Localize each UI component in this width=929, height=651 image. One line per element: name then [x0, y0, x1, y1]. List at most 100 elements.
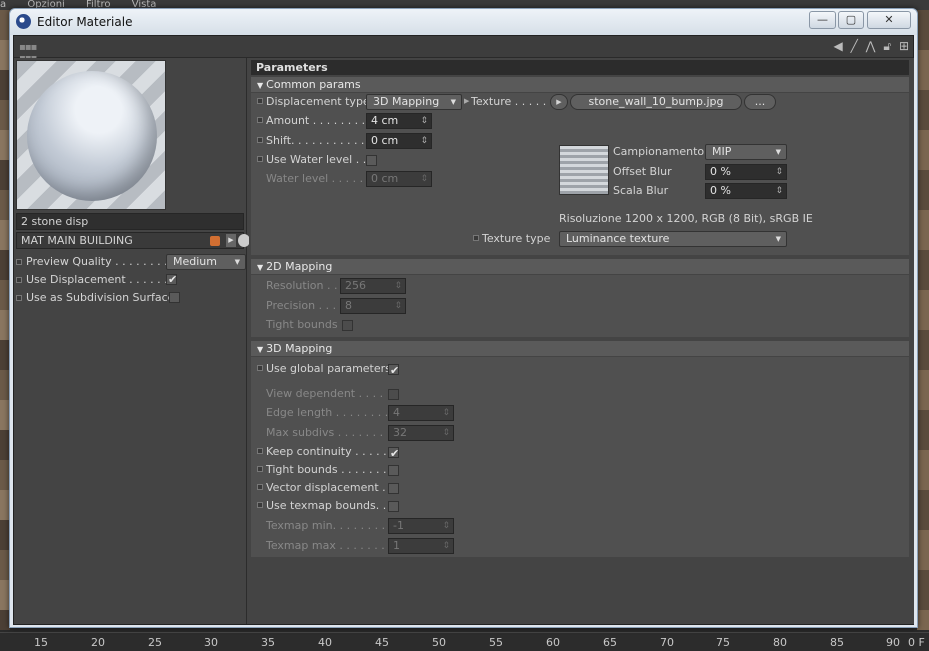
shift-input[interactable]: 0 cm [366, 133, 432, 149]
animate-dot-icon[interactable] [257, 365, 263, 371]
layer-color-swatch[interactable] [210, 236, 220, 246]
material-preview[interactable] [16, 60, 166, 210]
texture-arrow-icon[interactable]: ▶ [550, 94, 568, 110]
use-global-checkbox[interactable] [388, 362, 399, 380]
use-displacement-label: Use Displacement . . . . . . . [26, 273, 175, 286]
precision-row: Precision . . . . 8 [257, 297, 467, 315]
use-texmap-bounds-checkbox[interactable] [388, 501, 399, 512]
view-dependent-row: View dependent . . . . [257, 385, 467, 403]
layer-arrow-icon[interactable]: ▶ [226, 234, 236, 247]
amount-row: Amount . . . . . . . . . 4 cm [257, 112, 467, 130]
tight-bounds-2d-row: Tight bounds [257, 316, 467, 334]
animate-dot-icon[interactable] [473, 235, 479, 241]
use-subdivision-checkbox[interactable] [169, 292, 180, 303]
material-left-panel: 2 stone disp MAT MAIN BUILDING ▶ Preview… [14, 58, 250, 624]
animate-dot-icon[interactable] [16, 259, 22, 265]
texture-anim-icon[interactable]: ▶ [464, 92, 469, 110]
material-layer-row[interactable]: MAT MAIN BUILDING ▶ [16, 232, 250, 249]
ruler-tick: 45 [375, 636, 389, 649]
keep-continuity-label: Keep continuity . . . . . [266, 445, 387, 458]
sampling-select[interactable]: MIP [705, 144, 787, 160]
timeline-ruler[interactable]: 15 20 25 30 35 40 45 50 55 60 65 70 75 8… [0, 632, 929, 651]
animate-dot-icon[interactable] [257, 156, 263, 162]
lock-icon[interactable]: 🔓︎ [883, 39, 891, 53]
shift-row: Shift. . . . . . . . . . . . 0 cm [257, 132, 467, 150]
texture-file-button[interactable]: stone_wall_10_bump.jpg [570, 94, 742, 110]
3d-mapping-section: Use global parameters View dependent . .… [251, 357, 909, 557]
vector-displacement-label: Vector displacement . [266, 481, 386, 494]
displacement-type-row: Displacement type 3D Mapping [257, 93, 467, 111]
title-bar[interactable]: Editor Materiale — ▢ ✕ [10, 9, 917, 35]
tight-bounds-2d-checkbox[interactable] [342, 320, 353, 331]
ruler-tick: 65 [603, 636, 617, 649]
displacement-type-select[interactable]: 3D Mapping [366, 94, 462, 110]
bg-menu-item[interactable]: a [0, 0, 6, 10]
edge-length-label: Edge length . . . . . . . . [266, 406, 389, 419]
keep-continuity-row: Keep continuity . . . . . [257, 443, 467, 463]
vector-displacement-checkbox[interactable] [388, 483, 399, 494]
animate-dot-icon[interactable] [257, 484, 263, 490]
ruler-tick: 40 [318, 636, 332, 649]
scale-blur-row: Scala Blur 0 % [613, 182, 913, 200]
edge-length-input[interactable]: 4 [388, 405, 454, 421]
animate-dot-icon[interactable] [16, 277, 22, 283]
keep-continuity-checkbox[interactable] [388, 445, 399, 463]
use-water-level-checkbox[interactable] [366, 155, 377, 166]
texture-type-select[interactable]: Luminance texture [559, 231, 787, 247]
offset-blur-label: Offset Blur [613, 165, 672, 178]
use-global-row: Use global parameters [257, 360, 467, 380]
texture-label: Texture . . . . . [471, 95, 547, 108]
view-dependent-checkbox[interactable] [388, 389, 399, 400]
texture-browse-button[interactable]: ... [744, 94, 776, 110]
animate-dot-icon[interactable] [257, 502, 263, 508]
ruler-tick: 55 [489, 636, 503, 649]
material-name-field[interactable]: 2 stone disp [16, 213, 244, 230]
use-displacement-row: Use Displacement . . . . . . . [16, 272, 246, 288]
animate-dot-icon[interactable] [257, 98, 263, 104]
preview-quality-select[interactable]: Medium [166, 254, 246, 270]
common-params-section: Displacement type 3D Mapping Amount . . … [251, 93, 909, 213]
animate-dot-icon[interactable] [257, 448, 263, 454]
forward-arrow-icon[interactable]: ╱ [851, 39, 858, 53]
material-editor-window: Editor Materiale — ▢ ✕ ▪▪▪▪▪▪ ◀ ╱ ⋀ 🔓︎ ⊞… [9, 8, 918, 628]
max-subdivs-label: Max subdivs . . . . . . . [266, 426, 384, 439]
resolution-row: Resolution . . 256 [257, 277, 467, 295]
precision-input[interactable]: 8 [340, 298, 406, 314]
use-texmap-bounds-label: Use texmap bounds. . [266, 499, 387, 512]
texmap-min-input[interactable]: -1 [388, 518, 454, 534]
close-button[interactable]: ✕ [867, 11, 911, 29]
texmap-max-input[interactable]: 1 [388, 538, 454, 554]
tight-bounds-3d-checkbox[interactable] [388, 465, 399, 476]
animate-dot-icon[interactable] [257, 137, 263, 143]
2d-mapping-header[interactable]: 2D Mapping [251, 259, 909, 274]
water-level-input[interactable]: 0 cm [366, 171, 432, 187]
maximize-button[interactable]: ▢ [838, 11, 864, 29]
ruler-tick: 0 F [908, 636, 925, 649]
max-subdivs-input[interactable]: 32 [388, 425, 454, 441]
animate-dot-icon[interactable] [16, 295, 22, 301]
ruler-tick: 35 [261, 636, 275, 649]
sampling-row: Campionamento MIP [613, 143, 913, 161]
use-global-label: Use global parameters [266, 362, 391, 375]
scale-blur-label: Scala Blur [613, 184, 669, 197]
up-arrow-icon[interactable]: ⋀ [866, 39, 876, 53]
preview-sphere [27, 71, 157, 201]
toolstrip-tools: ◀ ╱ ⋀ 🔓︎ ⊞ [830, 39, 909, 54]
3d-mapping-header[interactable]: 3D Mapping [251, 341, 909, 356]
scale-blur-input[interactable]: 0 % [705, 183, 787, 199]
minimize-button[interactable]: — [809, 11, 836, 29]
animate-dot-icon[interactable] [257, 117, 263, 123]
new-window-icon[interactable]: ⊞ [899, 39, 909, 53]
back-arrow-icon[interactable]: ◀ [834, 39, 843, 53]
offset-blur-input[interactable]: 0 % [705, 164, 787, 180]
animate-dot-icon[interactable] [257, 466, 263, 472]
amount-input[interactable]: 4 cm [366, 113, 432, 129]
parameters-header: Parameters [251, 60, 909, 75]
window-title: Editor Materiale [37, 15, 133, 29]
ruler-tick: 15 [34, 636, 48, 649]
common-params-header[interactable]: Common params [251, 77, 909, 92]
tight-bounds-3d-label: Tight bounds . . . . . . . [266, 463, 387, 476]
resolution-input[interactable]: 256 [340, 278, 406, 294]
use-displacement-checkbox[interactable] [166, 272, 177, 288]
texture-thumbnail[interactable] [559, 145, 609, 195]
